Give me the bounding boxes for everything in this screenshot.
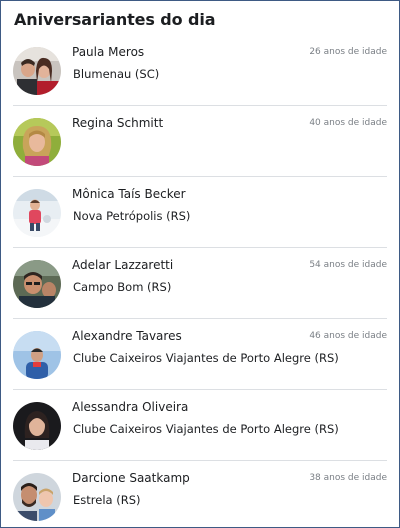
person-name[interactable]: Alexandre Tavares bbox=[72, 329, 182, 343]
list-item[interactable]: Paula Meros Blumenau (SC) 26 anos de ida… bbox=[13, 35, 387, 106]
child-snow-photo-icon bbox=[13, 189, 61, 237]
man-child-photo-icon bbox=[13, 473, 61, 521]
person-age: 26 anos de idade bbox=[309, 47, 387, 57]
list-item[interactable]: Adelar Lazzaretti Campo Bom (RS) 54 anos… bbox=[13, 248, 387, 319]
list-item[interactable]: Alexandre Tavares Clube Caixeiros Viajan… bbox=[13, 319, 387, 390]
person-age: 46 anos de idade bbox=[309, 331, 387, 341]
avatar[interactable] bbox=[13, 473, 61, 521]
person-age: 38 anos de idade bbox=[309, 473, 387, 483]
person-age: 40 anos de idade bbox=[309, 118, 387, 128]
person-city: Clube Caixeiros Viajantes de Porto Alegr… bbox=[73, 351, 339, 365]
woman-dark-photo-icon bbox=[13, 402, 61, 450]
avatar[interactable] bbox=[13, 118, 61, 166]
person-age: 54 anos de idade bbox=[309, 260, 387, 270]
avatar[interactable] bbox=[13, 260, 61, 308]
person-name[interactable]: Adelar Lazzaretti bbox=[72, 258, 173, 272]
person-city: Estrela (RS) bbox=[73, 493, 141, 507]
man-sky-photo-icon bbox=[13, 331, 61, 379]
list-item[interactable]: Regina Schmitt 40 anos de idade bbox=[13, 106, 387, 177]
person-name[interactable]: Regina Schmitt bbox=[72, 116, 163, 130]
person-city: Clube Caixeiros Viajantes de Porto Alegr… bbox=[73, 422, 339, 436]
avatar[interactable] bbox=[13, 189, 61, 237]
person-name[interactable]: Mônica Taís Becker bbox=[72, 187, 186, 201]
list-item[interactable]: Darcione Saatkamp Estrela (RS) 38 anos d… bbox=[13, 461, 387, 527]
person-name[interactable]: Darcione Saatkamp bbox=[72, 471, 190, 485]
avatar[interactable] bbox=[13, 47, 61, 95]
man-selfie-photo-icon bbox=[13, 260, 61, 308]
person-city: Campo Bom (RS) bbox=[73, 280, 172, 294]
person-name[interactable]: Paula Meros bbox=[72, 45, 144, 59]
woman-photo-icon bbox=[13, 118, 61, 166]
avatar[interactable] bbox=[13, 331, 61, 379]
avatar[interactable] bbox=[13, 402, 61, 450]
person-name[interactable]: Alessandra Oliveira bbox=[72, 400, 188, 414]
list-item[interactable]: Mônica Taís Becker Nova Petrópolis (RS) bbox=[13, 177, 387, 248]
person-city: Blumenau (SC) bbox=[73, 67, 160, 81]
list-item[interactable]: Alessandra Oliveira Clube Caixeiros Viaj… bbox=[13, 390, 387, 461]
person-city: Nova Petrópolis (RS) bbox=[73, 209, 191, 223]
birthday-list: Paula Meros Blumenau (SC) 26 anos de ida… bbox=[1, 35, 399, 527]
widget-title: Aniversariantes do dia bbox=[14, 10, 216, 29]
couple-photo-icon bbox=[13, 47, 61, 95]
birthdays-widget: Aniversariantes do dia Paula Meros Blume… bbox=[0, 0, 400, 528]
